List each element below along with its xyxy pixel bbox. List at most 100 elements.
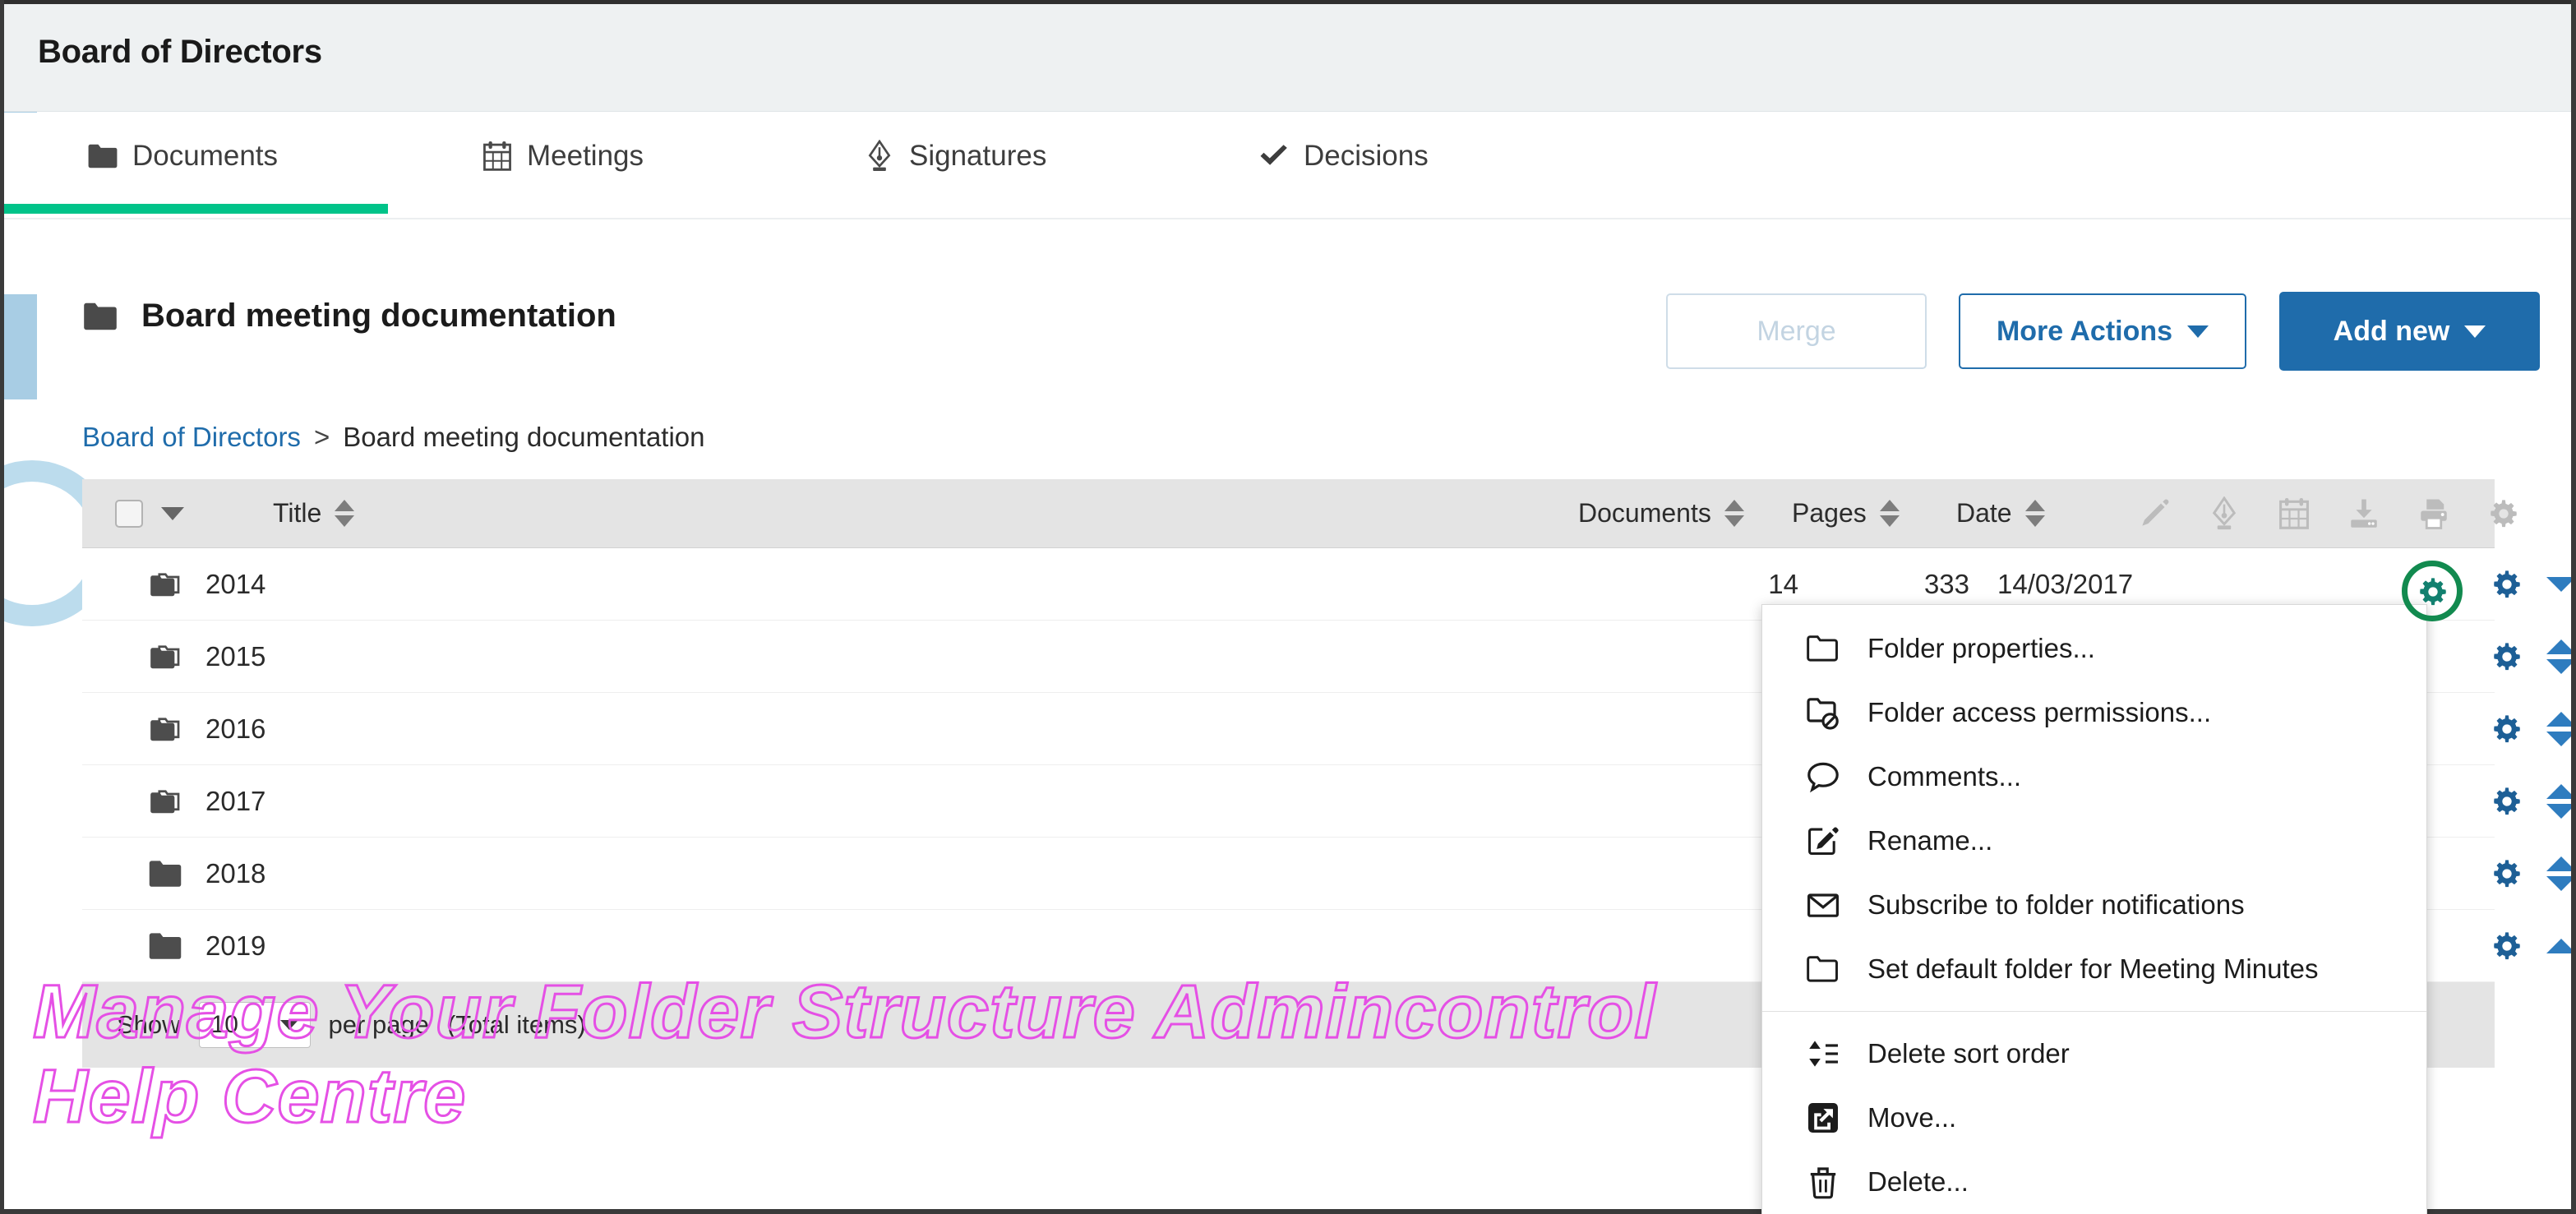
column-header-date[interactable]: Date: [1956, 479, 2045, 547]
print-icon[interactable]: [2417, 496, 2451, 531]
row-title-cell[interactable]: 2015: [148, 621, 265, 692]
download-icon[interactable]: [2347, 496, 2381, 531]
menu-item-label: Folder access permissions...: [1867, 697, 2212, 727]
row-title-cell[interactable]: 2016: [148, 693, 265, 764]
more-actions-label: More Actions: [1996, 315, 2173, 347]
move-arrow-icon: [1805, 1100, 1841, 1136]
tab-label: Decisions: [1304, 140, 1429, 172]
table-header-row: Title Documents Pages Date: [82, 479, 2517, 548]
gear-icon[interactable]: [2486, 496, 2521, 531]
row-actions[interactable]: [2491, 765, 2576, 837]
menu-item-folder-access-permissions[interactable]: Folder access permissions...: [1762, 681, 2426, 745]
row-actions[interactable]: [2491, 910, 2576, 981]
column-header-title[interactable]: Title: [273, 479, 355, 547]
decorative-square: [4, 294, 37, 399]
table-header-actions: [2137, 479, 2521, 547]
merge-button[interactable]: Merge: [1666, 293, 1927, 369]
tab-label: Documents: [132, 140, 279, 172]
row-actions[interactable]: [2491, 548, 2576, 620]
menu-item-comments[interactable]: Comments...: [1762, 745, 2426, 809]
tab-label: Signatures: [909, 140, 1047, 172]
row-title-cell[interactable]: 2017: [148, 765, 265, 837]
menu-item-set-default-folder-for-meeting-minutes[interactable]: Set default folder for Meeting Minutes: [1762, 937, 2426, 1001]
chevron-down-icon: [2187, 325, 2209, 338]
menu-item-delete-sort-order[interactable]: Delete sort order: [1762, 1022, 2426, 1086]
select-all-checkbox[interactable]: [115, 499, 143, 528]
row-actions[interactable]: [2491, 693, 2576, 764]
folder-icon: [82, 301, 120, 332]
folder-heading: Board meeting documentation: [82, 298, 616, 335]
menu-item-label: Set default folder for Meeting Minutes: [1867, 953, 2319, 984]
row-title: 2017: [205, 785, 266, 816]
menu-item-delete[interactable]: Delete...: [1762, 1150, 2426, 1214]
menu-item-move[interactable]: Move...: [1762, 1086, 2426, 1150]
gear-icon[interactable]: [2491, 857, 2523, 890]
window-frame-top: [0, 0, 2576, 4]
menu-item-label: Delete sort order: [1867, 1038, 2070, 1069]
row-title-cell[interactable]: 2018: [148, 838, 265, 909]
gear-icon[interactable]: [2491, 640, 2523, 673]
per-page-label: per page: [328, 1010, 429, 1039]
sort-icon[interactable]: [2024, 500, 2045, 527]
window-frame-right: [2571, 0, 2576, 1214]
fountain-pen-icon[interactable]: [2207, 496, 2241, 531]
breadcrumb: Board of Directors > Board meeting docum…: [82, 422, 705, 453]
gear-icon[interactable]: [2491, 785, 2523, 818]
sort-icon[interactable]: [1879, 500, 1900, 527]
tab-bar: Documents Meetings Signatures Decisions: [4, 113, 2571, 219]
chevron-down-icon[interactable]: [161, 506, 184, 520]
row-title: 2019: [205, 930, 266, 961]
column-label: Pages: [1792, 498, 1867, 528]
total-items-label: (Total items): [446, 1010, 586, 1039]
folder-outline-icon: [1805, 630, 1841, 667]
breadcrumb-root-link[interactable]: Board of Directors: [82, 422, 301, 453]
tab-signatures[interactable]: Signatures: [863, 113, 1046, 218]
app-window: Board of Directors Documents Meetings Si…: [0, 0, 2576, 1214]
row-title-cell[interactable]: 2019: [148, 910, 265, 981]
column-header-documents[interactable]: Documents: [1578, 479, 1744, 547]
add-new-button[interactable]: Add new: [2279, 292, 2540, 371]
column-label: Title: [273, 498, 322, 528]
folder-icon: [148, 931, 182, 961]
gear-icon[interactable]: [2491, 568, 2523, 601]
menu-item-rename[interactable]: Rename...: [1762, 809, 2426, 873]
row-title: 2018: [205, 857, 266, 889]
pen-icon[interactable]: [2137, 496, 2172, 531]
tab-documents[interactable]: Documents: [86, 113, 278, 218]
tab-meetings[interactable]: Meetings: [481, 113, 644, 218]
folder-context-menu[interactable]: Folder properties... Folder access permis…: [1761, 604, 2427, 1214]
calendar-icon[interactable]: [2277, 496, 2311, 531]
active-tab-indicator: [4, 204, 388, 214]
breadcrumb-current: Board meeting documentation: [343, 422, 705, 452]
row-title: 2014: [205, 568, 266, 599]
column-label: Date: [1956, 498, 2012, 528]
more-actions-button[interactable]: More Actions: [1959, 293, 2246, 369]
gear-icon[interactable]: [2491, 713, 2523, 745]
per-page-select[interactable]: 10: [198, 1002, 311, 1048]
sort-icon[interactable]: [335, 500, 355, 527]
per-page-value: 10: [210, 1011, 238, 1038]
tab-decisions[interactable]: Decisions: [1258, 113, 1429, 218]
page-title: Board of Directors: [38, 34, 322, 70]
folder-title: Board meeting documentation: [141, 298, 616, 334]
merge-button-label: Merge: [1757, 315, 1836, 347]
row-title-cell[interactable]: 2014: [148, 548, 265, 620]
menu-item-label: Folder properties...: [1867, 633, 2095, 663]
row-title: 2016: [205, 713, 266, 744]
multi-folder-icon: [148, 787, 182, 816]
row-title: 2015: [205, 640, 266, 672]
menu-item-label: Delete...: [1867, 1166, 1969, 1197]
window-frame-left: [0, 0, 4, 1214]
row-actions[interactable]: [2491, 621, 2576, 692]
menu-item-folder-properties[interactable]: Folder properties...: [1762, 616, 2426, 681]
gear-icon[interactable]: [2417, 575, 2449, 608]
select-all-control[interactable]: [115, 479, 184, 547]
gear-icon[interactable]: [2491, 930, 2523, 962]
add-new-label: Add new: [2333, 315, 2450, 347]
menu-item-subscribe-to-folder-notifications[interactable]: Subscribe to folder notifications: [1762, 873, 2426, 937]
column-header-pages[interactable]: Pages: [1792, 479, 1900, 547]
menu-separator: [1762, 1011, 2426, 1012]
app-header: Board of Directors: [4, 4, 2571, 112]
row-actions[interactable]: [2491, 838, 2576, 909]
sort-icon[interactable]: [1724, 500, 1744, 527]
